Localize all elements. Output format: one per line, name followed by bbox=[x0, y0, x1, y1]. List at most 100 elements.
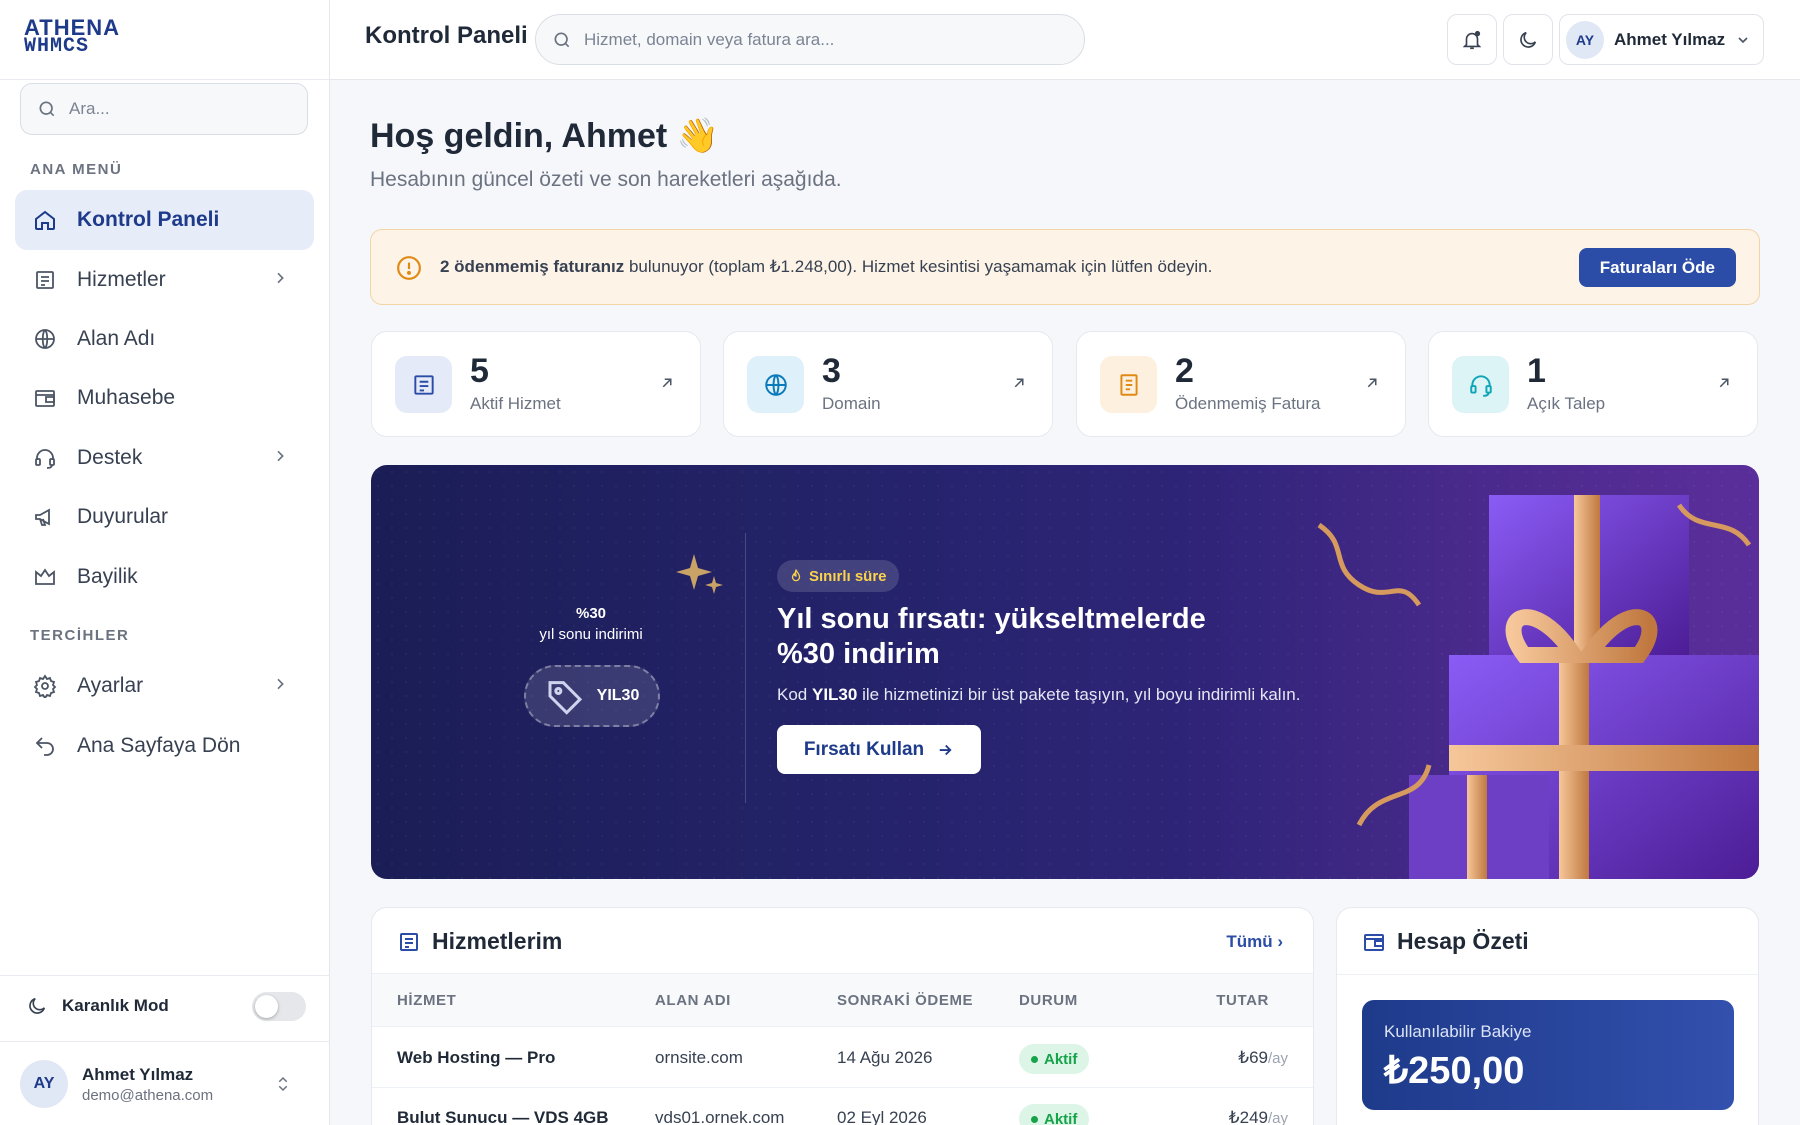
wallet-icon bbox=[35, 390, 55, 407]
pay-invoices-button[interactable]: Faturaları Öde bbox=[1578, 248, 1736, 287]
server-icon bbox=[36, 271, 54, 289]
sidebar: ATHENA WHMCS Ara... ANA MENÜ Kontrol Pan… bbox=[0, 0, 330, 1125]
sidebar-item-label: Duyurular bbox=[77, 505, 169, 528]
view-all-label: Tümü bbox=[1226, 932, 1273, 951]
sidebar-item-reseller[interactable]: Bayilik bbox=[15, 547, 314, 607]
table-row[interactable]: Web Hosting — Pro ornsite.com 14 Ağu 202… bbox=[372, 1028, 1313, 1088]
amount-period: /ay bbox=[1267, 1110, 1288, 1125]
flame-icon bbox=[791, 569, 801, 582]
sidebar-item-label: Bayilik bbox=[77, 565, 138, 588]
global-search-placeholder: Hizmet, domain veya fatura ara... bbox=[584, 29, 835, 49]
sparkle-icon bbox=[676, 554, 723, 594]
sidebar-item-billing[interactable]: Muhasebe bbox=[15, 368, 314, 428]
warning-icon bbox=[397, 256, 421, 280]
service-name: Bulut Sunucu — VDS 4GB bbox=[397, 1108, 609, 1125]
stat-icon-box bbox=[1100, 356, 1157, 413]
sidebar-search-input[interactable]: Ara... bbox=[20, 83, 308, 135]
welcome-title: Hoş geldin, Ahmet 👋 bbox=[370, 117, 719, 155]
stat-value: 1 bbox=[1527, 352, 1546, 390]
service-next-payment: 02 Eyl 2026 bbox=[837, 1108, 927, 1125]
stat-card-tickets[interactable]: 1 Açık Talep bbox=[1428, 331, 1758, 437]
stat-card-invoices[interactable]: 2 Ödenmemiş Fatura bbox=[1076, 331, 1406, 437]
sidebar-user-card[interactable]: AY Ahmet Yılmaz demo@athena.com bbox=[20, 1058, 310, 1110]
divider bbox=[0, 1041, 330, 1042]
stat-icon-box bbox=[1452, 356, 1509, 413]
balance-label: Kullanılabilir Bakiye bbox=[1384, 1022, 1532, 1041]
coupon-code: YIL30 bbox=[596, 687, 640, 704]
stat-value: 3 bbox=[822, 352, 841, 390]
amount-value: ₺249 bbox=[1228, 1108, 1268, 1125]
sidebar-item-announcements[interactable]: Duyurular bbox=[15, 487, 314, 547]
stat-card-domains[interactable]: 3 Domain bbox=[723, 331, 1053, 437]
brand-logo[interactable]: ATHENA WHMCS bbox=[24, 17, 134, 60]
theme-toggle-button[interactable] bbox=[1503, 14, 1553, 65]
coupon-code-chip[interactable]: YIL30 bbox=[524, 665, 660, 727]
col-header-domain: ALAN ADI bbox=[655, 992, 731, 1009]
account-summary-card: Hesap Özeti Kullanılabilir Bakiye ₺250,0… bbox=[1336, 907, 1759, 1125]
service-domain: vds01.ornek.com bbox=[655, 1108, 785, 1125]
promo-discount: %30 bbox=[575, 605, 607, 622]
use-offer-button[interactable]: Fırsatı Kullan bbox=[777, 725, 981, 774]
wallet-icon bbox=[1364, 934, 1384, 951]
moon-icon bbox=[29, 997, 46, 1014]
promo-discount-block: %30 yıl sonu indirimi bbox=[491, 605, 691, 643]
table-row[interactable]: Bulut Sunucu — VDS 4GB vds01.ornek.com 0… bbox=[372, 1088, 1313, 1125]
sidebar-item-label: Ana Sayfaya Dön bbox=[77, 734, 241, 757]
sidebar-item-label: Kontrol Paneli bbox=[77, 208, 220, 231]
gift-boxes-illustration bbox=[1317, 495, 1759, 879]
promo-desc-prefix: Kod bbox=[777, 685, 812, 704]
user-email: demo@athena.com bbox=[82, 1086, 214, 1104]
status-text: Aktif bbox=[1044, 1110, 1078, 1125]
search-icon bbox=[39, 101, 55, 117]
arrow-up-right-icon bbox=[662, 378, 672, 388]
global-search-input[interactable]: Hizmet, domain veya fatura ara... bbox=[535, 14, 1085, 65]
globe-icon bbox=[35, 329, 55, 349]
services-card: Hizmetlerim Tümü › HİZMET ALAN ADI SONRA… bbox=[371, 907, 1314, 1125]
sidebar-item-services[interactable]: Hizmetler bbox=[15, 250, 314, 310]
stat-label: Ödenmemiş Fatura bbox=[1175, 394, 1321, 413]
user-name: Ahmet Yılmaz bbox=[82, 1064, 194, 1084]
services-view-all-link[interactable]: Tümü › bbox=[1226, 932, 1283, 952]
dark-mode-label: Karanlık Mod bbox=[62, 996, 169, 1015]
sidebar-item-settings[interactable]: Ayarlar bbox=[15, 656, 314, 716]
divider bbox=[0, 975, 330, 976]
balance-card: Kullanılabilir Bakiye ₺250,00 bbox=[1362, 1000, 1734, 1110]
col-header-status: DURUM bbox=[1019, 992, 1078, 1009]
divider bbox=[0, 79, 330, 80]
alert-text: 2 ödenmemiş faturanız bulunuyor (toplam … bbox=[440, 257, 1212, 277]
bell-icon bbox=[1462, 30, 1482, 49]
promo-banner: %30 yıl sonu indirimi YIL30 Sınırlı süre… bbox=[371, 465, 1759, 879]
search-icon bbox=[554, 32, 570, 47]
chevron-updown-icon bbox=[278, 1076, 288, 1092]
stat-icon-box bbox=[395, 356, 452, 413]
dark-mode-toggle[interactable] bbox=[252, 992, 306, 1021]
user-menu-name: Ahmet Yılmaz bbox=[1614, 29, 1726, 49]
welcome-subtitle: Hesabının güncel özeti ve son hareketler… bbox=[370, 168, 842, 191]
chevron-down-icon bbox=[1738, 36, 1748, 43]
sidebar-item-home-return[interactable]: Ana Sayfaya Dön bbox=[15, 716, 314, 776]
sidebar-item-label: Alan Adı bbox=[77, 327, 156, 350]
section-title-main: ANA MENÜ bbox=[30, 161, 123, 178]
alert-body-text: bulunuyor (toplam ₺1.248,00). Hizmet kes… bbox=[624, 257, 1213, 276]
avatar: AY bbox=[20, 1060, 68, 1108]
sidebar-item-domain[interactable]: Alan Adı bbox=[15, 309, 314, 369]
notifications-button[interactable] bbox=[1447, 14, 1497, 65]
promo-divider bbox=[745, 533, 746, 803]
gear-icon bbox=[33, 674, 57, 698]
service-next-payment: 14 Ağu 2026 bbox=[837, 1048, 933, 1067]
sidebar-item-label: Hizmetler bbox=[77, 268, 166, 291]
chevron-right-icon bbox=[277, 272, 284, 284]
user-menu-button[interactable]: AY Ahmet Yılmaz bbox=[1559, 14, 1764, 65]
page-title: Kontrol Paneli bbox=[365, 22, 528, 49]
server-icon bbox=[400, 933, 418, 951]
sidebar-item-support[interactable]: Destek bbox=[15, 428, 314, 488]
stat-card-services[interactable]: 5 Aktif Hizmet bbox=[371, 331, 701, 437]
home-icon bbox=[35, 210, 55, 230]
account-summary-title: Hesap Özeti bbox=[1397, 928, 1529, 954]
amount-period: /ay bbox=[1267, 1050, 1288, 1067]
sidebar-item-dashboard[interactable]: Kontrol Paneli bbox=[15, 190, 314, 250]
promo-desc-suffix: ile hizmetinizi bir üst pakete taşıyın, … bbox=[857, 685, 1301, 704]
service-amount: ₺249/ay bbox=[1229, 1108, 1288, 1125]
sidebar-search-placeholder: Ara... bbox=[69, 99, 110, 118]
service-amount: ₺69/ay bbox=[1238, 1048, 1288, 1068]
